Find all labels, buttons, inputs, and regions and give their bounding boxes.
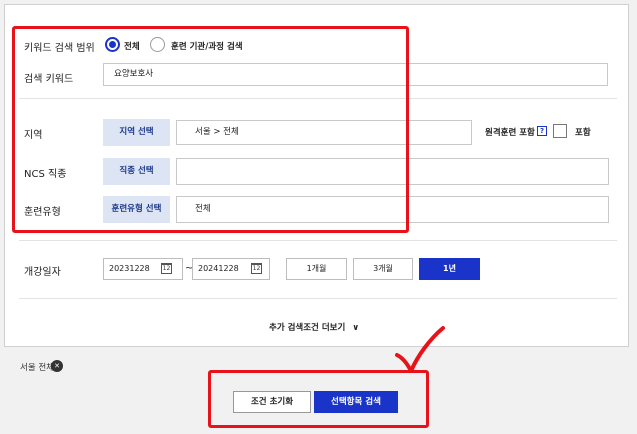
- more-conditions-label: 추가 검색조건 더보기: [269, 323, 346, 333]
- period-3months-button[interactable]: 3개월: [353, 258, 413, 280]
- divider: [19, 298, 617, 299]
- search-button[interactable]: 선택항목 검색: [314, 391, 398, 413]
- divider: [19, 240, 617, 241]
- calendar-icon[interactable]: 12: [251, 263, 262, 274]
- highlight-box-filters: [12, 26, 409, 233]
- reset-button[interactable]: 조건 초기화: [233, 391, 311, 413]
- period-1month-button[interactable]: 1개월: [286, 258, 347, 280]
- remove-tag-icon[interactable]: ✕: [51, 360, 63, 372]
- selected-tag-label: 서울 전체: [20, 363, 54, 373]
- start-date-label: 개강일자: [24, 267, 61, 278]
- more-conditions-toggle[interactable]: 추가 검색조건 더보기 ∨: [269, 321, 359, 333]
- remote-training-label: 원격훈련 포함: [485, 128, 535, 138]
- help-icon[interactable]: ?: [537, 126, 547, 136]
- chevron-down-icon: ∨: [352, 323, 360, 333]
- calendar-icon[interactable]: 12: [161, 263, 172, 274]
- remote-training-checkbox[interactable]: [553, 124, 567, 138]
- check-mark-icon: [395, 326, 445, 373]
- remote-training-include-label[interactable]: 포함: [575, 126, 591, 138]
- period-1year-button[interactable]: 1년: [419, 258, 480, 280]
